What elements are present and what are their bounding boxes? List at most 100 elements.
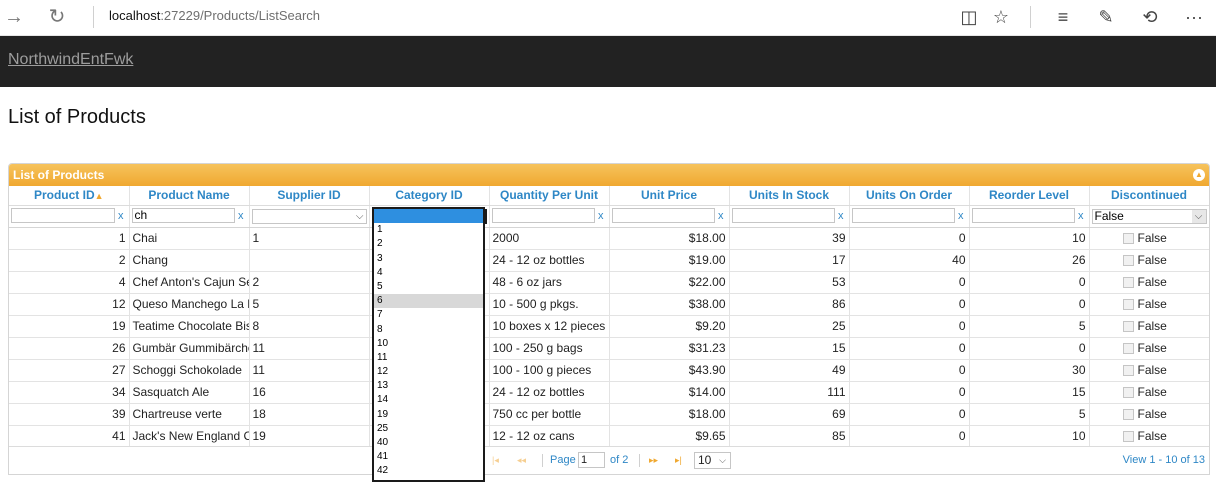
cell-product-name: Teatime Chocolate Biscu — [129, 315, 250, 338]
table-row[interactable]: 41Jack's New England Clar19 12 - 12 oz ca… — [9, 425, 1209, 448]
filter-clear-button[interactable]: x — [835, 210, 844, 222]
dropdown-option[interactable]: 14 — [374, 393, 483, 407]
discontinued-checkbox[interactable] — [1122, 299, 1134, 311]
cell-reorder-level: 10 — [969, 425, 1090, 448]
dropdown-option[interactable]: 25 — [374, 422, 483, 436]
favorite-star-icon[interactable]: ☆ — [987, 4, 1015, 30]
dropdown-option[interactable]: 4 — [374, 266, 483, 280]
col-header-quantity-per-unit[interactable]: Quantity Per Unit — [489, 186, 610, 206]
discontinued-checkbox[interactable] — [1122, 431, 1134, 443]
last-page-icon[interactable]: ▸| — [675, 455, 682, 466]
address-bar[interactable]: localhost:27229/Products/ListSearch — [109, 8, 320, 23]
table-row[interactable]: 1 Chai 1 2000 $18.00 39 0 10 False — [9, 227, 1209, 250]
reading-view-icon[interactable]: ◫ — [955, 4, 983, 30]
discontinued-checkbox[interactable] — [1122, 343, 1134, 355]
more-icon[interactable]: ··· — [1180, 4, 1208, 30]
table-row[interactable]: 19Teatime Chocolate Biscu810 boxes x 12 … — [9, 315, 1209, 338]
brand-link[interactable]: NorthwindEntFwk — [8, 51, 133, 69]
next-page-icon[interactable]: ▸▸ — [649, 455, 658, 466]
filter-quantity-input[interactable] — [491, 208, 595, 224]
filter-clear-button[interactable]: x — [595, 210, 604, 222]
back-arrow-icon[interactable]: → — [0, 4, 28, 30]
cell-discontinued: False — [1089, 381, 1209, 404]
dropdown-option[interactable]: 42 — [374, 464, 483, 478]
collapse-icon[interactable]: ▲ — [1193, 169, 1205, 181]
filter-clear-button[interactable]: x — [1075, 210, 1084, 222]
table-row[interactable]: 12Queso Manchego La Past5 10 - 500 g pkgs… — [9, 293, 1209, 316]
dropdown-option[interactable]: 41 — [374, 450, 483, 464]
chevron-down-icon: ⌵ — [355, 210, 364, 222]
prev-page-icon[interactable]: ◂◂ — [517, 455, 526, 466]
grid-caption: List of Products ▲ — [9, 164, 1209, 186]
discontinued-checkbox[interactable] — [1122, 255, 1134, 267]
page-number-input[interactable]: 1 — [578, 452, 605, 468]
col-header-reorder-level[interactable]: Reorder Level — [969, 186, 1090, 206]
dropdown-option[interactable]: 40 — [374, 436, 483, 450]
cell-discontinued: False — [1089, 271, 1209, 294]
table-row[interactable]: 2 Chang 24 - 12 oz bottles $19.00 17 40 26 Fals… — [9, 249, 1209, 272]
filter-discontinued-select[interactable]: False ⌵ — [1091, 208, 1207, 224]
filter-units-in-stock-input[interactable] — [731, 208, 835, 224]
first-page-icon[interactable]: |◂ — [492, 455, 499, 466]
col-header-category-id[interactable]: Category ID — [369, 186, 490, 206]
dropdown-option[interactable]: 6 — [374, 294, 483, 309]
cell-quantity-per-unit: 10 boxes x 12 pieces — [489, 315, 610, 338]
cell-supplier-id: 18 — [249, 403, 370, 426]
table-row[interactable]: 26 Gumbär Gummibärchen 11 100 - 250 g bags $… — [9, 337, 1209, 360]
dropdown-option[interactable]: 11 — [374, 351, 483, 365]
filter-reorder-level-input[interactable] — [971, 208, 1075, 224]
dropdown-option[interactable]: 3 — [374, 252, 483, 266]
cell-supplier-id: 11 — [249, 359, 370, 382]
cell-reorder-level: 5 — [969, 403, 1090, 426]
cell-discontinued: False — [1089, 249, 1209, 272]
filter-clear-button[interactable]: x — [235, 210, 244, 222]
cell-supplier-id: 8 — [249, 315, 370, 338]
dropdown-option[interactable]: 10 — [374, 337, 483, 351]
filter-product-id-input[interactable] — [11, 208, 115, 224]
filter-units-on-order-input[interactable] — [851, 208, 955, 224]
refresh-icon[interactable]: ↻ — [43, 4, 71, 30]
discontinued-checkbox[interactable] — [1122, 277, 1134, 289]
dropdown-option[interactable]: 2 — [374, 237, 483, 251]
dropdown-option[interactable]: 8 — [374, 323, 483, 337]
dropdown-option[interactable] — [374, 209, 483, 224]
table-row[interactable]: 27 Schoggi Schokolade 11 100 - 100 g pieces… — [9, 359, 1209, 382]
dropdown-option[interactable]: 12 — [374, 365, 483, 379]
cell-product-id: 4 — [9, 271, 130, 294]
discontinued-checkbox[interactable] — [1122, 321, 1134, 333]
col-header-discontinued[interactable]: Discontinued — [1089, 186, 1209, 206]
dropdown-option[interactable]: 13 — [374, 379, 483, 393]
col-header-product-name[interactable]: Product Name — [129, 186, 250, 206]
discontinued-checkbox[interactable] — [1122, 365, 1134, 377]
dropdown-option[interactable]: 1 — [374, 223, 483, 237]
discontinued-label: False — [1137, 231, 1167, 245]
table-row[interactable]: 4Chef Anton's Cajun Seas2 48 - 6 oz jars$… — [9, 271, 1209, 294]
discontinued-checkbox[interactable] — [1122, 409, 1134, 421]
col-header-product-id[interactable]: Product ID▲ — [9, 186, 130, 206]
table-row[interactable]: 39 Chartreuse verte 18 750 cc per bottle $18… — [9, 403, 1209, 426]
dropdown-option[interactable]: 5 — [374, 280, 483, 294]
cell-product-id: 27 — [9, 359, 130, 382]
filter-product-name-input[interactable]: ch — [131, 208, 235, 224]
cell-units-on-order: 40 — [849, 249, 970, 272]
cell-product-name: Chef Anton's Cajun Seas — [129, 271, 250, 294]
filter-clear-button[interactable]: x — [955, 210, 964, 222]
cell-discontinued: False — [1089, 403, 1209, 426]
discontinued-checkbox[interactable] — [1122, 233, 1134, 245]
share-icon[interactable]: ⟲ — [1136, 4, 1164, 30]
filter-clear-button[interactable]: x — [715, 210, 724, 222]
filter-supplier-id-select[interactable]: ⌵ — [251, 208, 367, 224]
dropdown-option[interactable]: 19 — [374, 408, 483, 422]
discontinued-checkbox[interactable] — [1122, 387, 1134, 399]
filter-clear-button[interactable]: x — [115, 210, 124, 222]
hub-icon[interactable]: ≡ — [1049, 4, 1077, 30]
col-header-units-on-order[interactable]: Units On Order — [849, 186, 970, 206]
col-header-units-in-stock[interactable]: Units In Stock — [729, 186, 850, 206]
page-size-select[interactable]: 10 ⌵ — [694, 452, 731, 469]
table-row[interactable]: 34 Sasquatch Ale 16 24 - 12 oz bottles $14.0… — [9, 381, 1209, 404]
web-note-icon[interactable]: ✎ — [1092, 4, 1120, 30]
filter-unit-price-input[interactable] — [611, 208, 715, 224]
col-header-unit-price[interactable]: Unit Price — [609, 186, 730, 206]
dropdown-option[interactable]: 7 — [374, 308, 483, 322]
col-header-supplier-id[interactable]: Supplier ID — [249, 186, 370, 206]
